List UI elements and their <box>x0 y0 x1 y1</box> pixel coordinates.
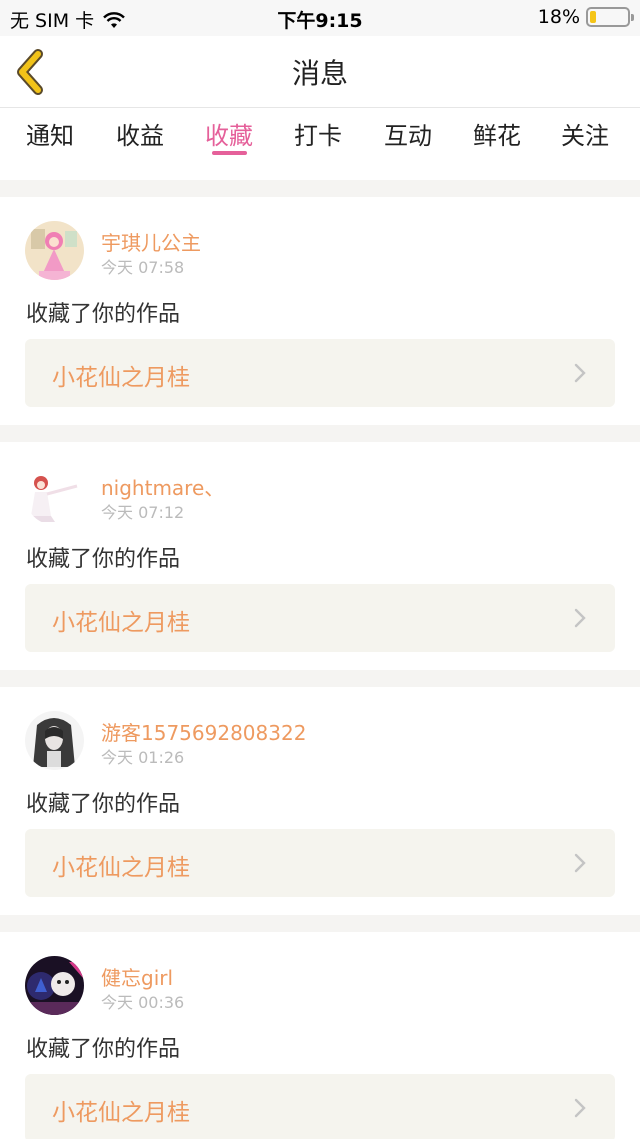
tab-earnings[interactable]: 收益 <box>116 116 164 151</box>
battery-icon <box>586 7 634 27</box>
timestamp: 今天 00:36 <box>101 993 185 1012</box>
active-tab-indicator <box>212 151 247 155</box>
timestamp: 今天 07:58 <box>101 258 185 277</box>
action-text: 收藏了你的作品 <box>26 1037 181 1062</box>
avatar-image <box>25 466 84 525</box>
username[interactable]: nightmare、 <box>101 472 224 501</box>
username[interactable]: 健忘girl <box>101 962 173 991</box>
list-divider <box>0 670 640 687</box>
avatar-image <box>25 956 84 1015</box>
tab-flowers[interactable]: 鲜花 <box>473 116 521 151</box>
avatar-image <box>25 221 84 280</box>
avatar[interactable] <box>25 956 84 1015</box>
message-card: 游客1575692808322 今天 01:26 收藏了你的作品 小花仙之月桂 <box>0 687 640 915</box>
work-link[interactable]: 小花仙之月桂 <box>25 829 615 897</box>
tab-interaction[interactable]: 互动 <box>384 116 432 151</box>
avatar[interactable] <box>25 221 84 280</box>
work-title: 小花仙之月桂 <box>52 365 190 391</box>
status-bar: 无 SIM 卡 下午9:15 18% <box>0 0 640 36</box>
tab-favorites[interactable]: 收藏 <box>205 116 253 151</box>
work-link[interactable]: 小花仙之月桂 <box>25 1074 615 1139</box>
timestamp: 今天 07:12 <box>101 503 185 522</box>
message-card: 宇琪儿公主 今天 07:58 收藏了你的作品 小花仙之月桂 <box>0 197 640 425</box>
list-divider <box>0 180 640 197</box>
chevron-right-icon <box>574 608 586 628</box>
message-card: nightmare、 今天 07:12 收藏了你的作品 小花仙之月桂 <box>0 442 640 670</box>
work-title: 小花仙之月桂 <box>52 610 190 636</box>
tab-notification[interactable]: 通知 <box>26 116 74 151</box>
action-text: 收藏了你的作品 <box>26 547 181 572</box>
action-text: 收藏了你的作品 <box>26 302 181 327</box>
list-divider <box>0 425 640 442</box>
work-title: 小花仙之月桂 <box>52 855 190 881</box>
page-title: 消息 <box>291 57 348 90</box>
username[interactable]: 游客1575692808322 <box>101 717 306 746</box>
message-card: 健忘girl 今天 00:36 收藏了你的作品 小花仙之月桂 <box>0 932 640 1139</box>
tab-follow[interactable]: 关注 <box>561 116 609 151</box>
tab-checkin[interactable]: 打卡 <box>294 116 342 151</box>
message-list: 宇琪儿公主 今天 07:58 收藏了你的作品 小花仙之月桂 nightmare、… <box>0 180 640 1139</box>
chevron-right-icon <box>574 363 586 383</box>
battery-percent: 18% <box>537 6 580 28</box>
avatar-image <box>25 711 84 770</box>
tab-bar: 通知 收益 收藏 打卡 互动 鲜花 关注 <box>0 108 640 180</box>
timestamp: 今天 01:26 <box>101 748 185 767</box>
username[interactable]: 宇琪儿公主 <box>101 227 201 256</box>
nav-bar: 消息 <box>0 36 640 108</box>
status-right: 18% <box>537 6 634 28</box>
work-title: 小花仙之月桂 <box>52 1100 190 1126</box>
work-link[interactable]: 小花仙之月桂 <box>25 584 615 652</box>
work-link[interactable]: 小花仙之月桂 <box>25 339 615 407</box>
chevron-right-icon <box>574 853 586 873</box>
chevron-right-icon <box>574 1098 586 1118</box>
avatar[interactable] <box>25 711 84 770</box>
action-text: 收藏了你的作品 <box>26 792 181 817</box>
avatar[interactable] <box>25 466 84 525</box>
battery-level <box>590 11 597 23</box>
list-divider <box>0 915 640 932</box>
